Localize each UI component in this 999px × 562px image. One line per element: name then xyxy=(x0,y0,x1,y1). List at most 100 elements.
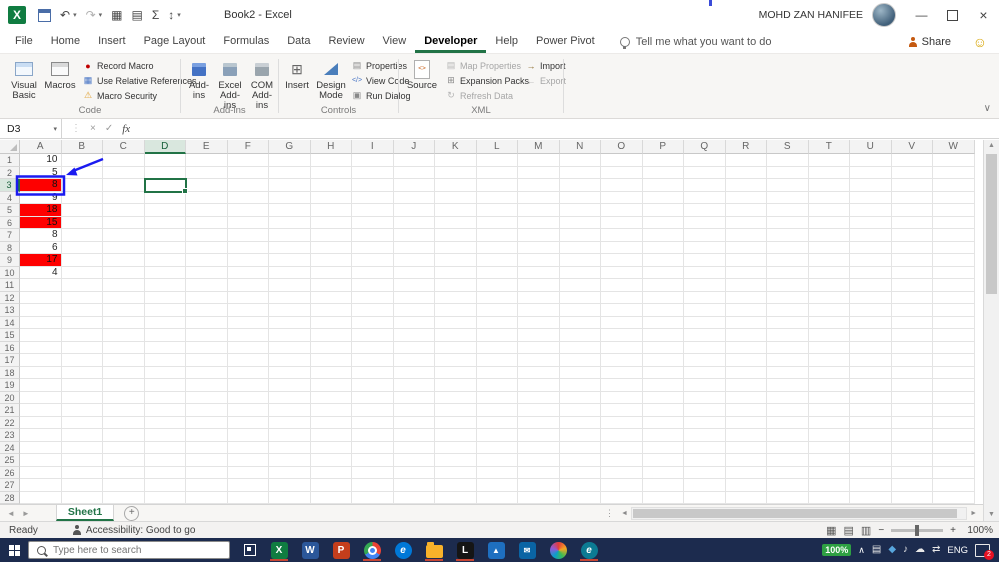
cell-G3[interactable] xyxy=(269,179,311,192)
cell-E6[interactable] xyxy=(186,216,228,229)
cell-B25[interactable] xyxy=(61,454,103,467)
cell-N23[interactable] xyxy=(559,429,601,442)
cell-W15[interactable] xyxy=(933,329,975,342)
cell-S26[interactable] xyxy=(767,466,809,479)
save-icon[interactable] xyxy=(38,8,51,22)
cell-L2[interactable] xyxy=(476,166,518,179)
cell-O20[interactable] xyxy=(601,391,643,404)
cell-A12[interactable] xyxy=(20,291,62,304)
cell-A25[interactable] xyxy=(20,454,62,467)
cell-N11[interactable] xyxy=(559,279,601,292)
cell-L13[interactable] xyxy=(476,304,518,317)
row-header-22[interactable]: 22 xyxy=(0,416,20,429)
cell-C3[interactable] xyxy=(103,179,145,192)
cell-A22[interactable] xyxy=(20,416,62,429)
cell-P23[interactable] xyxy=(642,429,684,442)
cell-L8[interactable] xyxy=(476,241,518,254)
cell-K7[interactable] xyxy=(435,229,477,242)
cell-H20[interactable] xyxy=(310,391,352,404)
cell-W9[interactable] xyxy=(933,254,975,267)
cell-P26[interactable] xyxy=(642,466,684,479)
cell-D6[interactable] xyxy=(144,216,186,229)
cell-V24[interactable] xyxy=(891,441,933,454)
scroll-right-icon[interactable]: ► xyxy=(967,510,980,517)
cell-W7[interactable] xyxy=(933,229,975,242)
cell-N27[interactable] xyxy=(559,479,601,492)
cell-O14[interactable] xyxy=(601,316,643,329)
cell-U14[interactable] xyxy=(850,316,892,329)
cell-I2[interactable] xyxy=(352,166,394,179)
cell-E23[interactable] xyxy=(186,429,228,442)
cell-F14[interactable] xyxy=(227,316,269,329)
cell-E25[interactable] xyxy=(186,454,228,467)
cell-R14[interactable] xyxy=(725,316,767,329)
cell-R21[interactable] xyxy=(725,404,767,417)
cell-K13[interactable] xyxy=(435,304,477,317)
cell-L25[interactable] xyxy=(476,454,518,467)
cell-V28[interactable] xyxy=(891,491,933,504)
cell-C11[interactable] xyxy=(103,279,145,292)
cell-T25[interactable] xyxy=(808,454,850,467)
cell-C26[interactable] xyxy=(103,466,145,479)
cell-K9[interactable] xyxy=(435,254,477,267)
cell-B18[interactable] xyxy=(61,366,103,379)
cell-J24[interactable] xyxy=(393,441,435,454)
taskbar-search[interactable] xyxy=(28,541,230,559)
cell-O16[interactable] xyxy=(601,341,643,354)
cell-G23[interactable] xyxy=(269,429,311,442)
cell-C5[interactable] xyxy=(103,204,145,217)
cell-N17[interactable] xyxy=(559,354,601,367)
cell-H15[interactable] xyxy=(310,329,352,342)
cell-C7[interactable] xyxy=(103,229,145,242)
cell-Q17[interactable] xyxy=(684,354,726,367)
column-header-I[interactable]: I xyxy=(352,140,394,154)
cell-K25[interactable] xyxy=(435,454,477,467)
row-header-6[interactable]: 6 xyxy=(0,216,20,229)
cell-R18[interactable] xyxy=(725,366,767,379)
cell-W25[interactable] xyxy=(933,454,975,467)
cell-T10[interactable] xyxy=(808,266,850,279)
cell-E12[interactable] xyxy=(186,291,228,304)
cell-H21[interactable] xyxy=(310,404,352,417)
shield-icon[interactable]: ◆ xyxy=(888,545,896,555)
edge-app-icon[interactable]: e xyxy=(392,538,414,562)
cell-D9[interactable] xyxy=(144,254,186,267)
cell-Q26[interactable] xyxy=(684,466,726,479)
cell-L7[interactable] xyxy=(476,229,518,242)
cell-E17[interactable] xyxy=(186,354,228,367)
cell-Q7[interactable] xyxy=(684,229,726,242)
cell-M25[interactable] xyxy=(518,454,560,467)
cell-B5[interactable] xyxy=(61,204,103,217)
cell-D16[interactable] xyxy=(144,341,186,354)
cell-S24[interactable] xyxy=(767,441,809,454)
cell-D18[interactable] xyxy=(144,366,186,379)
tab-power-pivot[interactable]: Power Pivot xyxy=(527,30,604,53)
cell-V27[interactable] xyxy=(891,479,933,492)
cell-S5[interactable] xyxy=(767,204,809,217)
cell-C12[interactable] xyxy=(103,291,145,304)
cell-A26[interactable] xyxy=(20,466,62,479)
cell-B21[interactable] xyxy=(61,404,103,417)
cell-W3[interactable] xyxy=(933,179,975,192)
name-box-dropdown-icon[interactable]: ▾ xyxy=(53,125,57,133)
vertical-scroll-thumb[interactable] xyxy=(986,154,997,294)
cell-G2[interactable] xyxy=(269,166,311,179)
cell-D25[interactable] xyxy=(144,454,186,467)
cell-A8[interactable]: 6 xyxy=(20,241,62,254)
cell-Q13[interactable] xyxy=(684,304,726,317)
cell-Q18[interactable] xyxy=(684,366,726,379)
cell-I10[interactable] xyxy=(352,266,394,279)
cell-L18[interactable] xyxy=(476,366,518,379)
column-header-A[interactable]: A xyxy=(20,140,62,154)
cell-Q24[interactable] xyxy=(684,441,726,454)
cell-F1[interactable] xyxy=(227,154,269,167)
cell-W24[interactable] xyxy=(933,441,975,454)
cell-N22[interactable] xyxy=(559,416,601,429)
tab-view[interactable]: View xyxy=(374,30,416,53)
cell-H23[interactable] xyxy=(310,429,352,442)
cell-V9[interactable] xyxy=(891,254,933,267)
cell-H18[interactable] xyxy=(310,366,352,379)
cell-K21[interactable] xyxy=(435,404,477,417)
cell-K15[interactable] xyxy=(435,329,477,342)
cell-K27[interactable] xyxy=(435,479,477,492)
